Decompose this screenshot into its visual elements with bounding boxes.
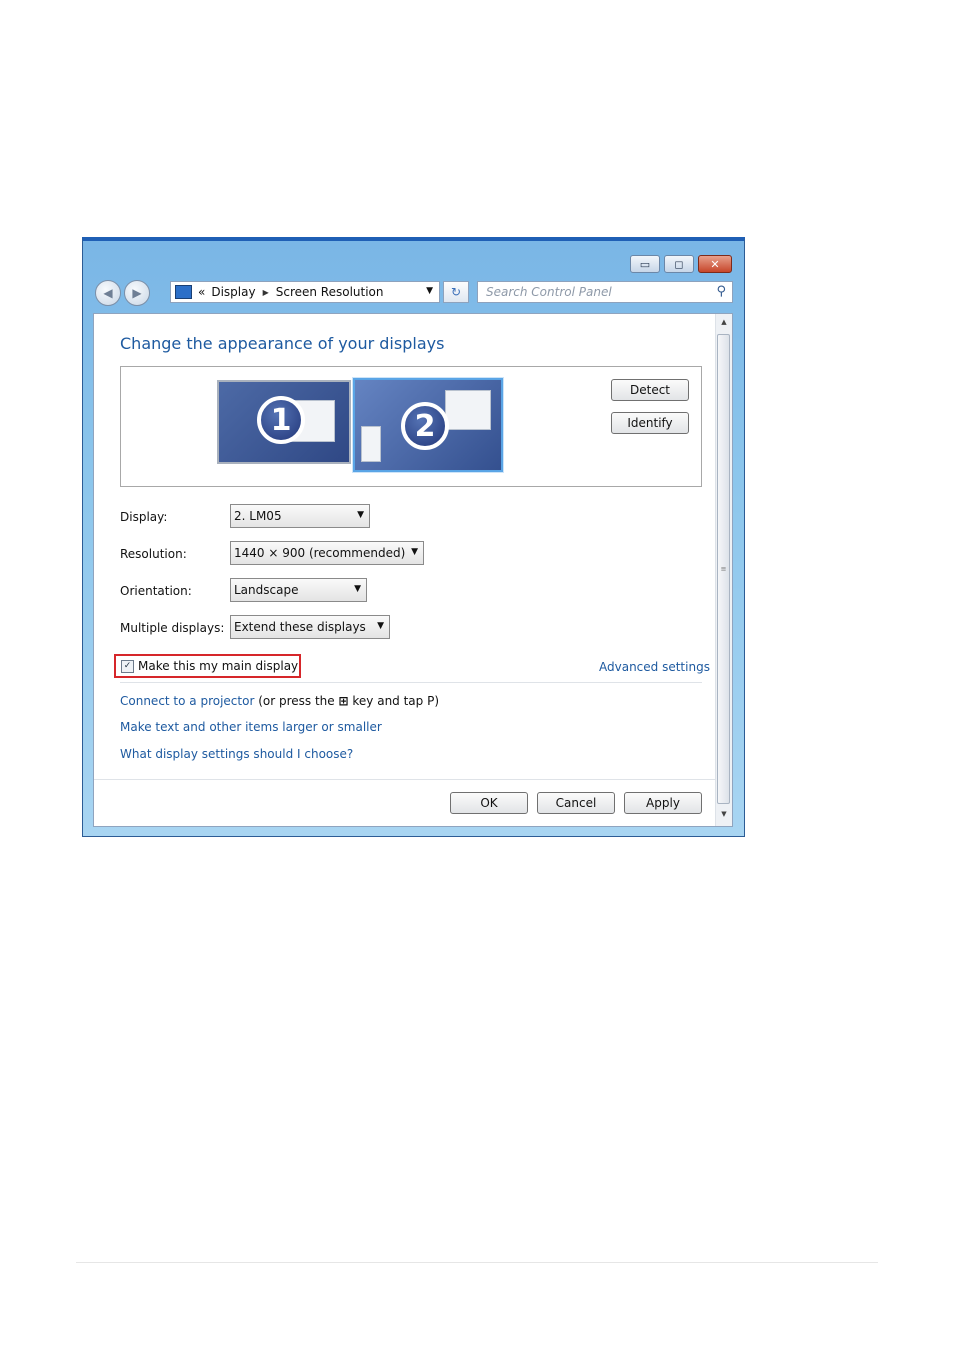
chevron-down-icon: ▼	[357, 510, 364, 520]
sidebar-thumbnail-icon	[361, 426, 381, 462]
display-preview: 1 2 Detect Identify	[120, 366, 702, 487]
checkmark-icon: ✓	[123, 661, 132, 671]
scroll-up-icon[interactable]: ▲	[716, 318, 732, 326]
cancel-button[interactable]: Cancel	[537, 792, 615, 814]
resolution-label: Resolution:	[120, 547, 187, 561]
content-pane: Change the appearance of your displays 1…	[93, 313, 733, 827]
page-title: Change the appearance of your displays	[120, 334, 445, 353]
close-button[interactable]: ✕	[698, 255, 732, 273]
projector-hint-text: (or press the	[258, 694, 335, 708]
monitor-2-thumbnail[interactable]: 2	[353, 378, 503, 472]
multiple-displays-label: Multiple displays:	[120, 621, 225, 635]
projector-hint-text-end: key and tap P)	[352, 694, 440, 708]
breadcrumb-screen-resolution[interactable]: Screen Resolution	[276, 285, 384, 299]
detect-button[interactable]: Detect	[611, 379, 689, 401]
refresh-button[interactable]: ↻	[443, 281, 469, 303]
search-icon[interactable]: ⚲	[716, 284, 726, 299]
display-value: 2. LM05	[234, 509, 282, 523]
chevron-down-icon: ▼	[377, 621, 384, 631]
window-thumbnail-icon	[445, 390, 491, 430]
orientation-label: Orientation:	[120, 584, 192, 598]
chevron-down-icon: ▼	[411, 547, 418, 557]
address-dropdown-icon[interactable]: ▼	[426, 286, 433, 296]
monitor-1-thumbnail[interactable]: 1	[217, 380, 351, 464]
search-input[interactable]: Search Control Panel	[486, 285, 612, 299]
monitor-number-2: 2	[401, 402, 449, 450]
multiple-displays-value: Extend these displays	[234, 620, 366, 634]
ok-button[interactable]: OK	[450, 792, 528, 814]
resolution-select[interactable]: 1440 × 900 (recommended) ▼	[230, 541, 424, 565]
orientation-value: Landscape	[234, 583, 299, 597]
scroll-down-icon[interactable]: ▼	[716, 810, 732, 818]
apply-button[interactable]: Apply	[624, 792, 702, 814]
scrollbar-thumb[interactable]: ≡	[717, 334, 730, 804]
screen-resolution-window: ▭ ◻ ✕ ◀ ▶ « Display ▶ Screen Resolution …	[82, 237, 745, 837]
forward-button[interactable]: ▶	[124, 280, 150, 306]
breadcrumb-display[interactable]: Display	[211, 285, 255, 299]
page-footer-rule	[76, 1262, 878, 1263]
projector-line: Connect to a projector (or press the ⊞ k…	[120, 694, 439, 708]
connect-projector-link[interactable]: Connect to a projector	[120, 694, 254, 708]
advanced-settings-link[interactable]: Advanced settings	[599, 660, 710, 674]
refresh-icon: ↻	[450, 285, 462, 299]
display-select[interactable]: 2. LM05 ▼	[230, 504, 370, 528]
windows-key-icon: ⊞	[338, 694, 349, 708]
forward-arrow-icon: ▶	[132, 286, 142, 300]
back-button[interactable]: ◀	[95, 280, 121, 306]
display-label: Display:	[120, 510, 168, 524]
identify-button[interactable]: Identify	[611, 412, 689, 434]
main-display-checkbox[interactable]: ✓	[121, 659, 134, 673]
search-box[interactable]: Search Control Panel ⚲	[477, 281, 733, 303]
control-panel-monitor-icon	[175, 285, 192, 299]
address-bar[interactable]: « Display ▶ Screen Resolution ▼	[170, 281, 440, 303]
maximize-button[interactable]: ◻	[664, 255, 694, 273]
resolution-value: 1440 × 900 (recommended)	[234, 546, 406, 560]
display-help-link[interactable]: What display settings should I choose?	[120, 747, 353, 761]
footer-divider	[94, 779, 716, 780]
breadcrumb-prefix: «	[198, 285, 206, 299]
text-size-link[interactable]: Make text and other items larger or smal…	[120, 720, 382, 734]
navigation-bar: ◀ ▶ « Display ▶ Screen Resolution ▼ ↻ Se…	[93, 279, 733, 307]
breadcrumb-separator-icon: ▶	[262, 287, 269, 297]
vertical-scrollbar[interactable]: ▲ ≡ ▼	[715, 314, 732, 826]
multiple-displays-select[interactable]: Extend these displays ▼	[230, 615, 390, 639]
monitor-number-1: 1	[257, 396, 305, 444]
orientation-select[interactable]: Landscape ▼	[230, 578, 367, 602]
scroll-grip-icon: ≡	[720, 565, 727, 573]
main-display-label[interactable]: Make this my main display	[138, 659, 298, 673]
back-arrow-icon: ◀	[103, 286, 113, 300]
minimize-button[interactable]: ▭	[630, 255, 660, 273]
chevron-down-icon: ▼	[354, 584, 361, 594]
caption-buttons: ▭ ◻ ✕	[626, 255, 732, 273]
main-display-highlight: ✓ Make this my main display	[114, 654, 301, 678]
divider	[120, 682, 702, 683]
